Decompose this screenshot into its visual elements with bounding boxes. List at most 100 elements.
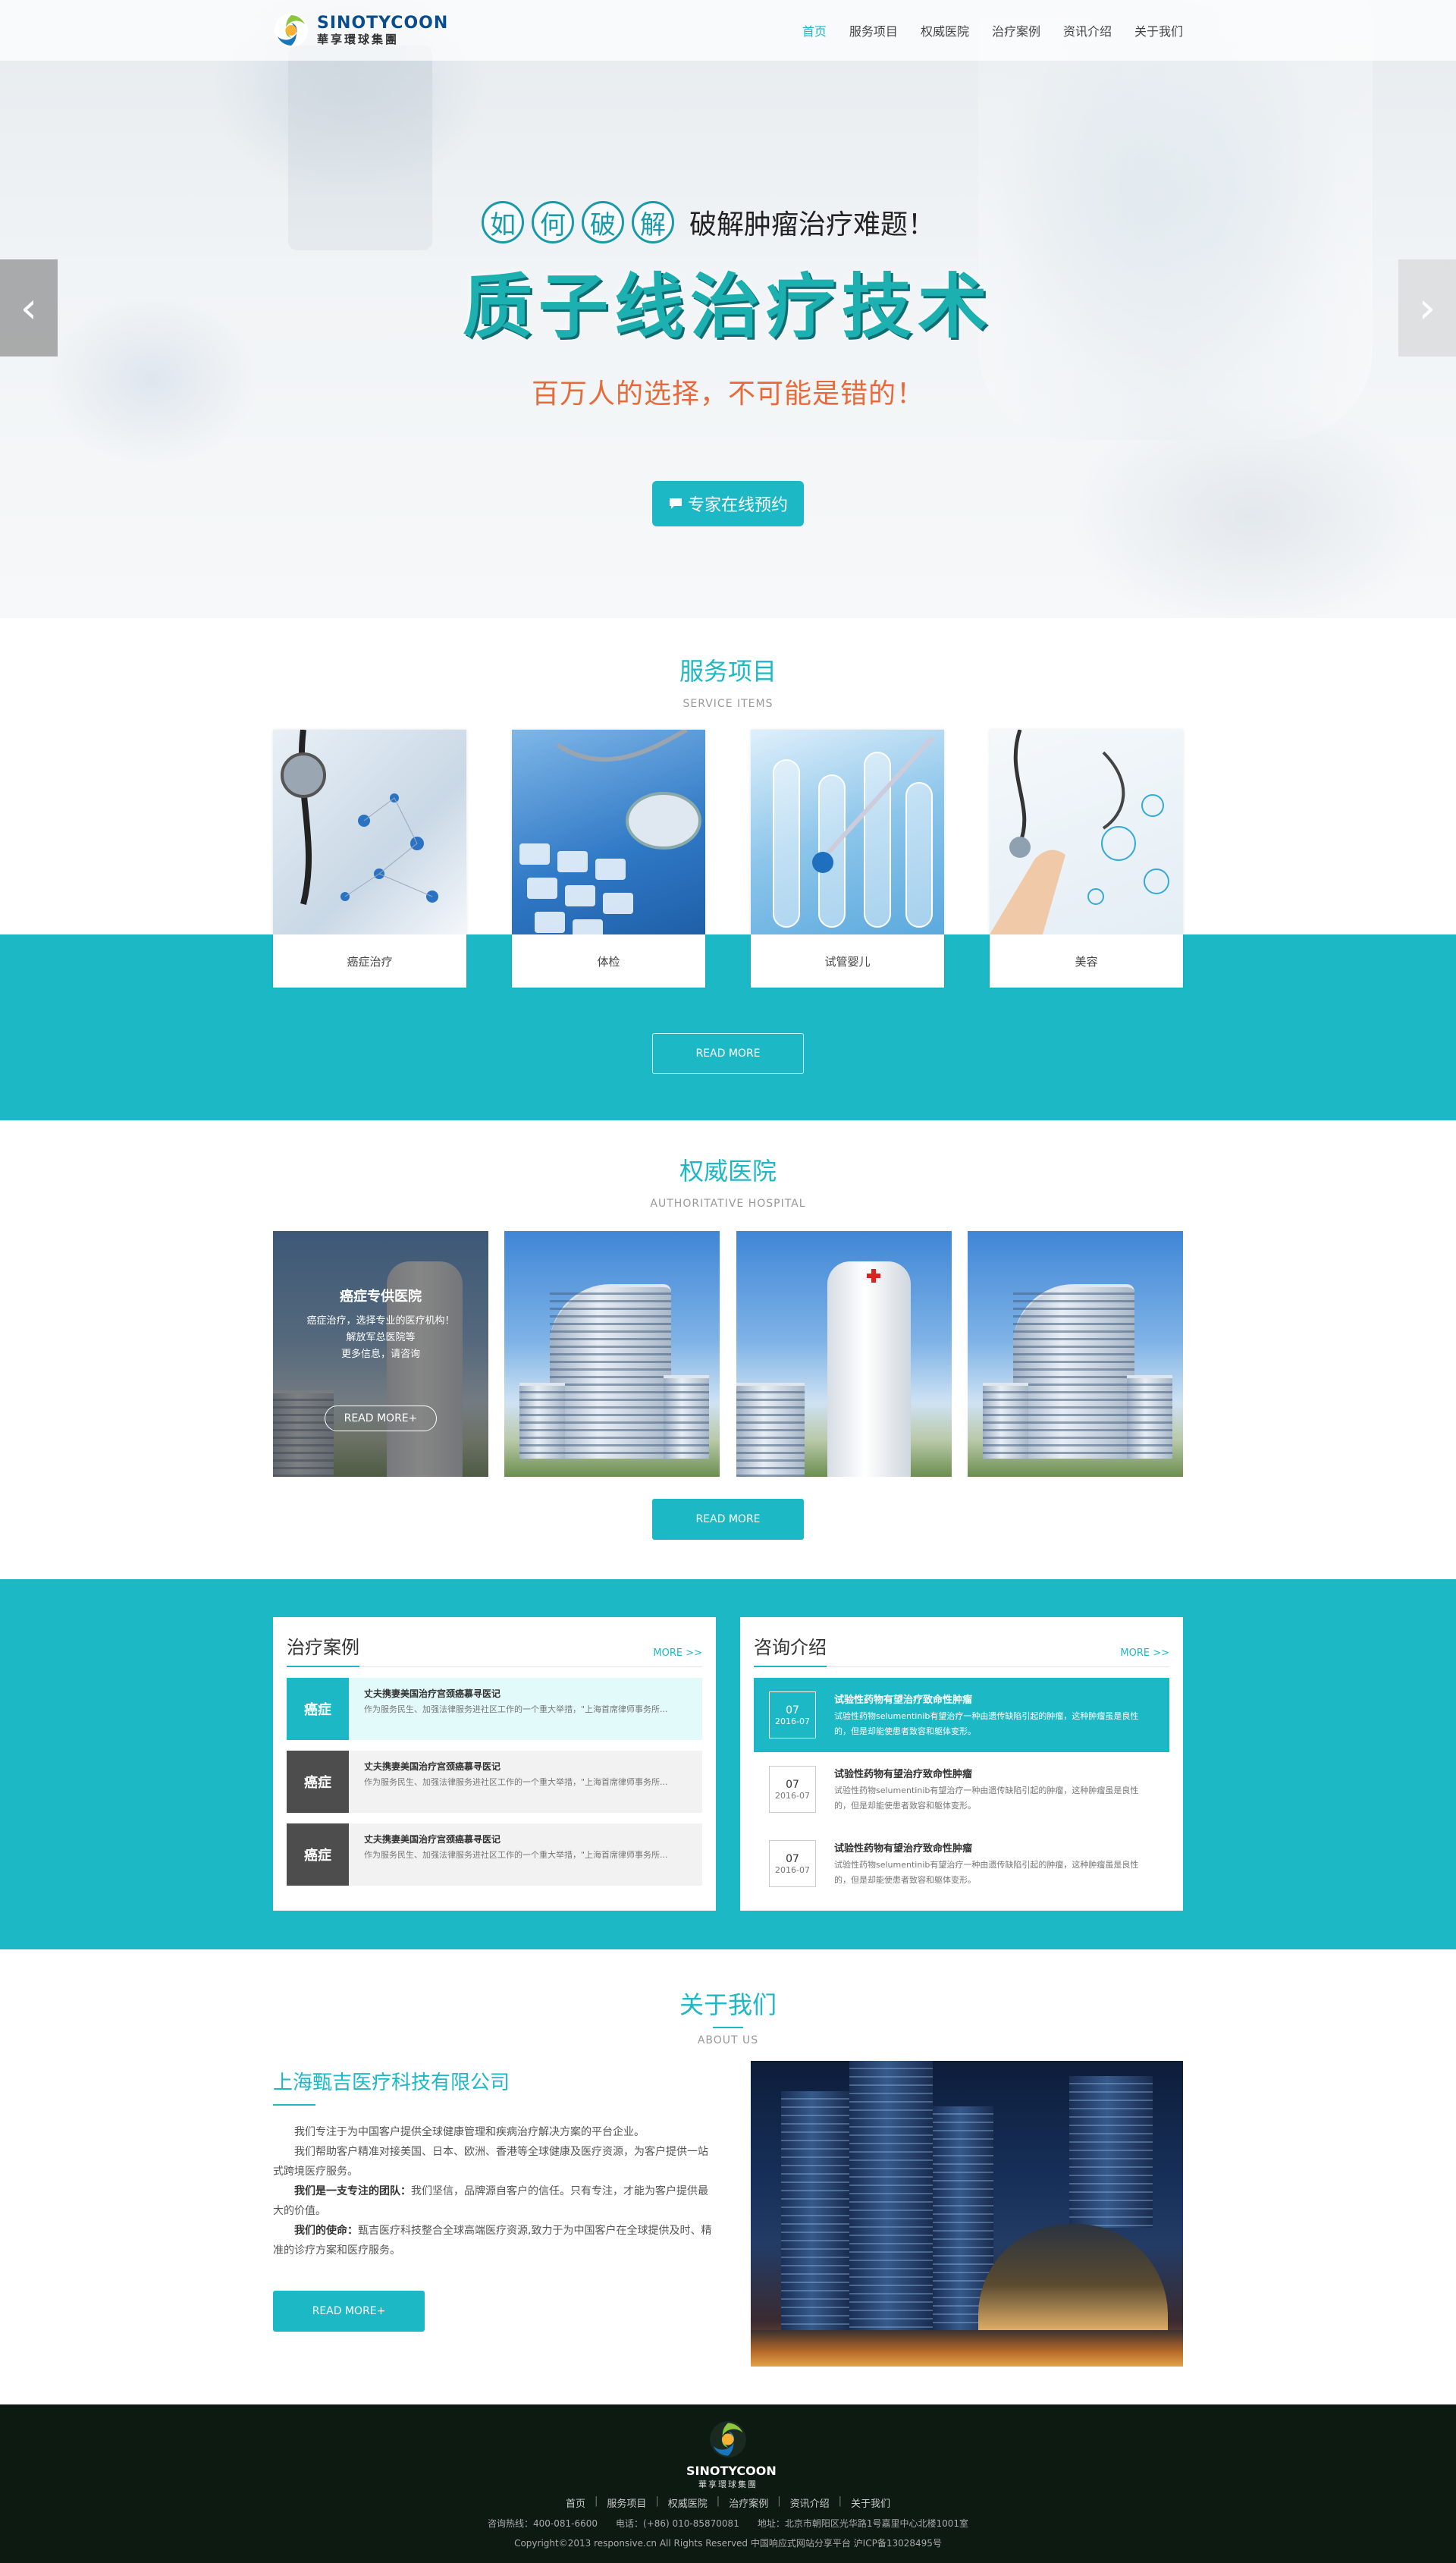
footer-nav-services[interactable]: 服务项目: [607, 2495, 646, 2510]
consult-item-title: 试验性药物有望治疗致命性肿瘤: [834, 1694, 973, 1706]
footer-logo-mark-icon: [710, 2421, 746, 2458]
footer-nav-cases[interactable]: 治疗案例: [729, 2495, 768, 2510]
about-paragraph: 我们专注于为中国客户提供全球健康管理和疾病治疗解决方案的平台企业。: [294, 2126, 645, 2138]
consult-month: 2016-07: [775, 1790, 810, 1801]
case-item[interactable]: 癌症 丈夫携妻美国治疗宫颈癌慕寻医记 作为服务民生、加强法律服务进社区工作的一个…: [287, 1751, 702, 1813]
company-underline: [273, 2104, 315, 2106]
service-card-cancer[interactable]: 癌症治疗: [273, 730, 466, 988]
footer-nav: 首页 | 服务项目 | 权威医院 | 治疗案例 | 资讯介绍 | 关于我们: [565, 2495, 891, 2510]
about-text: 我们专注于为中国客户提供全球健康管理和疾病治疗解决方案的平台企业。 我们帮助客户…: [273, 2122, 713, 2260]
about-paragraph: 我们帮助客户精准对接美国、日本、欧洲、香港等全球健康及医疗资源，为客户提供一站式…: [273, 2146, 708, 2178]
hospital-subtitle: AUTHORITATIVE HOSPITAL: [650, 1198, 806, 1210]
cases-more-link[interactable]: MORE >>: [653, 1647, 702, 1659]
footer-nav-hospital[interactable]: 权威医院: [668, 2495, 708, 2510]
services-section: 服务项目 SERVICE ITEMS 癌症治疗 体检 试管婴儿 美容 READ …: [0, 618, 1456, 1120]
hospital-section: 权威医院 AUTHORITATIVE HOSPITAL 癌症专供医院 癌症治疗，…: [0, 1120, 1456, 1579]
hospital-card[interactable]: [504, 1231, 720, 1477]
hero-tagline: 如 何 破 解 破解肿瘤治疗难题！: [482, 201, 935, 243]
about-label: 我们是一支专注的团队：: [294, 2185, 411, 2197]
logo-text-en: SINOTYCOON: [317, 14, 449, 33]
hospital-overlay-line: 更多信息，请咨询: [340, 1349, 420, 1360]
nav-home[interactable]: 首页: [802, 21, 827, 39]
service-card-checkup[interactable]: 体检: [512, 730, 705, 988]
hero-tagline-text: 破解肿瘤治疗难题！: [689, 209, 936, 240]
hero-ring-char: 解: [632, 201, 674, 243]
hospital-card[interactable]: [967, 1231, 1183, 1477]
case-item[interactable]: 癌症 丈夫携妻美国治疗宫颈癌慕寻医记 作为服务民生、加强法律服务进社区工作的一个…: [287, 1678, 702, 1740]
nav-cases[interactable]: 治疗案例: [992, 21, 1040, 39]
services-read-more-button[interactable]: READ MORE: [652, 1033, 804, 1074]
about-section: 关于我们 ABOUT US 上海甄吉医疗科技有限公司 我们专注于为中国客户提供全…: [0, 1949, 1456, 2404]
hospital-overlay-title: 癌症专供医院: [340, 1289, 422, 1305]
nav-news[interactable]: 资讯介绍: [1063, 21, 1112, 39]
case-tag: 癌症: [287, 1823, 349, 1886]
company-building-image: [751, 2061, 1183, 2367]
case-title: 丈夫携妻美国治疗宫颈癌慕寻医记: [364, 1688, 501, 1699]
logo[interactable]: SINOTYCOON 華享環球集團: [273, 12, 448, 49]
about-subtitle: ABOUT US: [697, 2034, 759, 2046]
service-card-ivf[interactable]: 试管婴儿: [751, 730, 944, 988]
company-name: 上海甄吉医疗科技有限公司: [273, 2071, 510, 2094]
nav-hospital[interactable]: 权威医院: [921, 21, 969, 39]
hospital-overlay-line: 癌症治疗，选择专业的医疗机构！: [306, 1315, 455, 1327]
footer-nav-home[interactable]: 首页: [566, 2495, 585, 2510]
hospital-read-more-button[interactable]: READ MORE: [652, 1499, 804, 1540]
consult-item-text: 试验性药物selumentinib有望治疗一种由遗传缺陷引起的肿瘤，这种肿瘤虽是…: [834, 1710, 1139, 1736]
footer-logo[interactable]: SINOTYCOON 華享環球集團: [686, 2420, 777, 2490]
consult-date: 07 2016-07: [769, 1691, 816, 1739]
consult-item[interactable]: 07 2016-07 试验性药物有望治疗致命性肿瘤 试验性药物selumenti…: [754, 1678, 1169, 1752]
about-paragraph: 我们是一支专注的团队：我们坚信，品牌源自客户的信任。只有专注，才能为客户提供最大…: [273, 2181, 713, 2221]
hospital-card[interactable]: 癌症专供医院 癌症治疗，选择专业的医疗机构！ 解放军总医院等 更多信息，请咨询 …: [273, 1231, 488, 1477]
about-read-more-button[interactable]: READ MORE+: [273, 2291, 425, 2332]
about-title: 关于我们: [679, 1990, 777, 2019]
nav-services[interactable]: 服务项目: [849, 21, 898, 39]
case-title: 丈夫携妻美国治疗宫颈癌慕寻医记: [364, 1834, 501, 1845]
expert-appointment-button[interactable]: 专家在线预约: [652, 481, 804, 526]
red-cross-icon: [866, 1269, 880, 1283]
nav-about[interactable]: 关于我们: [1134, 21, 1183, 39]
consult-day: 07: [786, 1852, 799, 1865]
case-text: 作为服务民生、加强法律服务进社区工作的一个重大举措，"上海首席律师事务所...: [364, 1850, 668, 1860]
site-header: SINOTYCOON 華享環球集團 首页 服务项目 权威医院 治疗案例 资讯介绍…: [0, 0, 1456, 61]
test-tube-image: [751, 730, 944, 934]
logo-text-cn: 華享環球集團: [317, 33, 400, 46]
hero-ring-char: 何: [532, 201, 574, 243]
expert-appointment-label: 专家在线预约: [687, 496, 788, 515]
hero-background-monitor: [288, 46, 432, 250]
case-text: 作为服务民生、加强法律服务进社区工作的一个重大举措，"上海首席律师事务所...: [364, 1704, 668, 1714]
case-text: 作为服务民生、加强法律服务进社区工作的一个重大举措，"上海首席律师事务所...: [364, 1777, 668, 1787]
consult-more-link[interactable]: MORE >>: [1120, 1647, 1169, 1659]
hero-title: 质子线治疗技术: [462, 266, 993, 347]
services-subtitle: SERVICE ITEMS: [682, 698, 774, 710]
service-card-beauty[interactable]: 美容: [990, 730, 1183, 988]
hero-ring-char: 如: [482, 201, 524, 243]
consult-day: 07: [786, 1778, 799, 1791]
service-label: 癌症治疗: [347, 954, 393, 969]
site-footer: SINOTYCOON 華享環球集團 首页 | 服务项目 | 权威医院 | 治疗案例 | …: [0, 2404, 1456, 2563]
footer-contact-info: 咨询热线：400-081-6600 电话：(+86) 010-85870081 …: [488, 2518, 968, 2529]
consult-item[interactable]: 07 2016-07 试验性药物有望治疗致命性肿瘤 试验性药物selumenti…: [754, 1752, 1169, 1826]
hospital-overlay-read-more-button[interactable]: READ MORE+: [325, 1406, 437, 1431]
hero-subtitle: 百万人的选择，不可能是错的！: [531, 378, 924, 410]
case-item[interactable]: 癌症 丈夫携妻美国治疗宫颈癌慕寻医记 作为服务民生、加强法律服务进社区工作的一个…: [287, 1823, 702, 1886]
services-title: 服务项目: [679, 657, 777, 686]
main-nav: 首页 服务项目 权威医院 治疗案例 资讯介绍 关于我们: [802, 21, 1183, 39]
footer-logo-text-en: SINOTYCOON: [686, 2464, 777, 2478]
hero-banner: ‹ › 如 何 破 解 破解肿瘤治疗难题！ 质子线治疗技术 百万人的选择，不可能…: [0, 0, 1456, 618]
consult-day: 07: [786, 1704, 799, 1717]
hospital-overlay-line: 解放军总医院等: [346, 1332, 416, 1343]
footer-nav-news[interactable]: 资讯介绍: [790, 2495, 830, 2510]
case-title: 丈夫携妻美国治疗宫颈癌慕寻医记: [364, 1761, 501, 1772]
consult-item[interactable]: 07 2016-07 试验性药物有望治疗致命性肿瘤 试验性药物selumenti…: [754, 1826, 1169, 1901]
cases-title: 治疗案例: [287, 1632, 359, 1659]
hospital-card[interactable]: [736, 1231, 952, 1477]
footer-nav-about[interactable]: 关于我们: [851, 2495, 890, 2510]
consult-panel: 咨询介绍 MORE >> 07 2016-07 试验性药物有望治疗致命性肿瘤 试…: [740, 1617, 1183, 1911]
consult-item-text: 试验性药物selumentinib有望治疗一种由遗传缺陷引起的肿瘤，这种肿瘤虽是…: [834, 1785, 1139, 1811]
hospital-overlay: 癌症专供医院 癌症治疗，选择专业的医疗机构！ 解放军总医院等 更多信息，请咨询 …: [273, 1231, 488, 1477]
about-label: 我们的使命：: [294, 2225, 358, 2237]
service-label: 试管婴儿: [824, 954, 871, 969]
cases-panel: 治疗案例 MORE >> 癌症 丈夫携妻美国治疗宫颈癌慕寻医记 作为服务民生、加…: [273, 1617, 716, 1911]
medical-hand-image: [990, 730, 1183, 934]
consult-item-title: 试验性药物有望治疗致命性肿瘤: [834, 1768, 973, 1780]
